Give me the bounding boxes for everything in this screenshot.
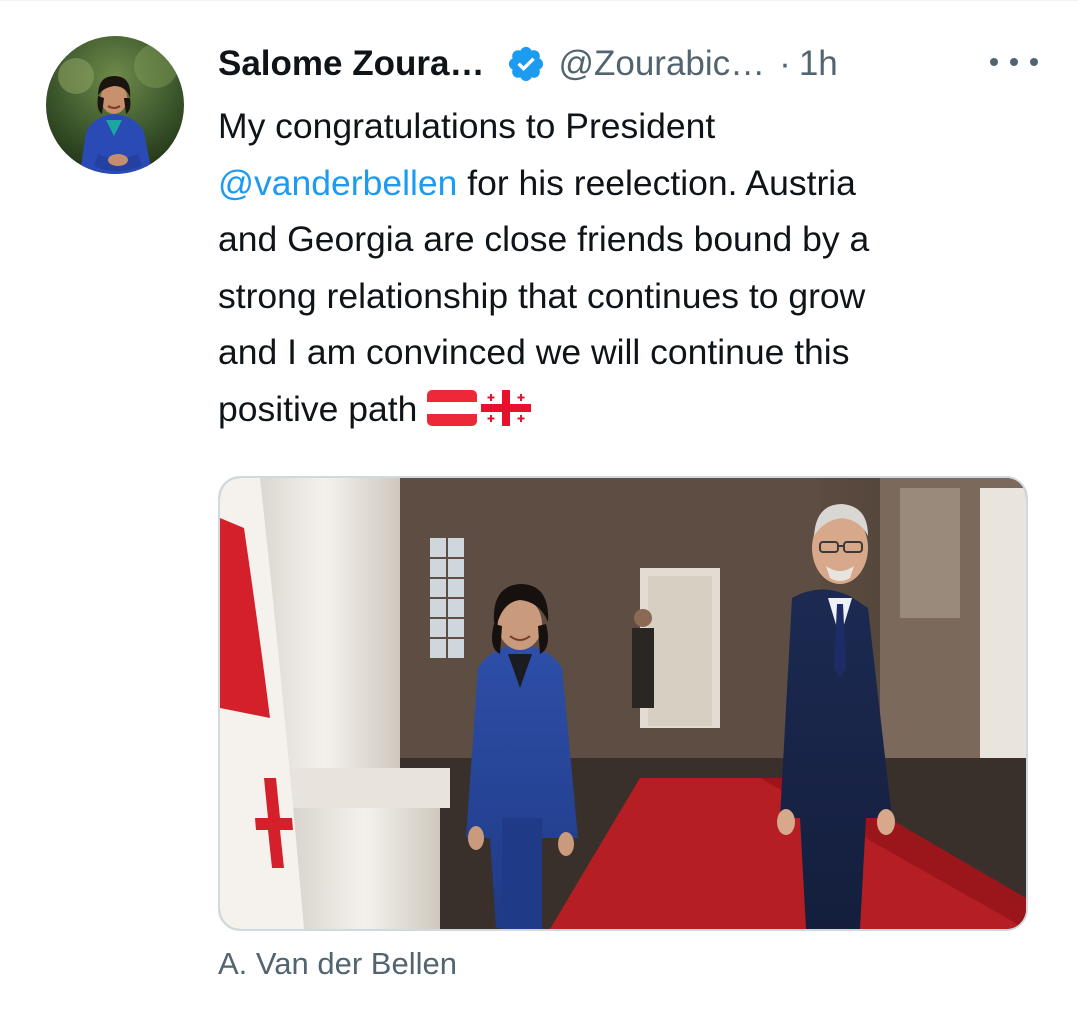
top-divider	[0, 0, 1078, 1]
author-handle[interactable]: @Zourabic…	[558, 44, 765, 84]
more-options-icon[interactable]	[990, 48, 1038, 76]
author-name[interactable]: Salome Zoura…	[218, 44, 484, 84]
photo-caption[interactable]: A. Van der Bellen	[218, 946, 457, 982]
tweet-photo[interactable]	[218, 476, 1028, 931]
profile-photo-image	[46, 36, 184, 174]
tweet-line: and I am convinced we will continue this	[218, 332, 850, 372]
tweet-timestamp[interactable]: 1h	[799, 44, 838, 84]
tweet-line: strong relationship that continues to gr…	[218, 275, 866, 316]
flag-austria-icon	[427, 389, 478, 426]
tweet-line: My congratulations to President	[218, 106, 716, 146]
tweet-header: Salome Zoura… @Zourabic… · 1h	[218, 38, 1038, 90]
separator-dot: ·	[779, 44, 791, 83]
flag-georgia-icon	[481, 389, 532, 426]
tweet-line-text: for his reelection. Austria	[457, 162, 856, 203]
tweet-line: positive path	[218, 381, 1028, 438]
mention-link[interactable]: @vanderbellen	[218, 163, 457, 203]
tweet-text: My congratulations to President @vanderb…	[218, 98, 1028, 437]
tweet-line: and Georgia are close friends bound by a	[218, 219, 870, 259]
tweet-line-text: positive path	[218, 388, 428, 429]
avatar[interactable]	[46, 36, 184, 174]
photo-image	[220, 478, 1026, 929]
verified-badge-icon[interactable]	[506, 44, 546, 84]
tweet-line: @vanderbellen for his reelection. Austri…	[218, 155, 1028, 212]
